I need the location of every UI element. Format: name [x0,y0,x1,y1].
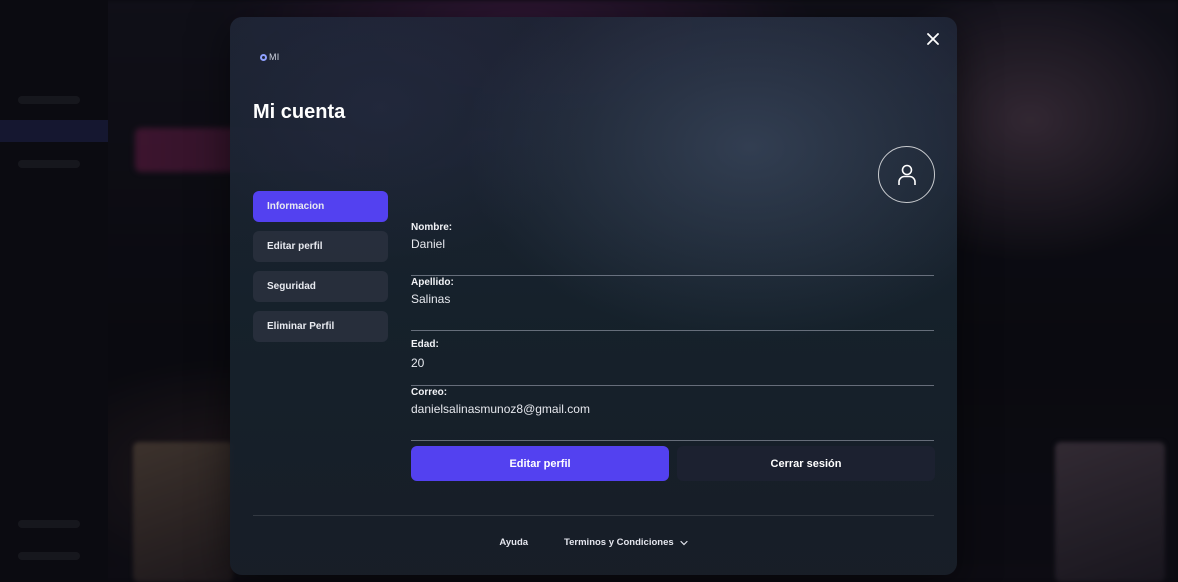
field-label: Correo: [411,387,448,398]
terms-link-label: Terminos y Condiciones [564,537,674,548]
field-value: 20 [411,356,425,370]
side-menu: Informacion Editar perfil Seguridad Elim… [253,191,388,351]
user-icon [897,164,916,185]
chevron-down-icon [680,540,688,545]
account-modal: MI Mi cuenta Informacion Editar perfil S… [230,17,957,575]
footer-divider [253,515,934,516]
terms-link[interactable]: Terminos y Condiciones [564,537,688,548]
close-button[interactable] [923,29,943,49]
field-apellido: Apellido: Salinas [411,276,934,331]
menu-item-eliminar-perfil[interactable]: Eliminar Perfil [253,311,388,342]
edit-profile-button[interactable]: Editar perfil [411,446,669,481]
close-icon [927,33,939,45]
avatar[interactable] [878,146,935,203]
field-label: Apellido: [411,277,454,288]
menu-item-informacion[interactable]: Informacion [253,191,388,222]
field-label: Edad: [411,339,439,350]
field-edad: Edad: 20 [411,331,934,386]
field-correo: Correo: danielsalinasmunoz8@gmail.com [411,386,934,441]
logout-button[interactable]: Cerrar sesión [677,446,935,481]
field-value: Salinas [411,292,451,306]
menu-item-editar-perfil[interactable]: Editar perfil [253,231,388,262]
modal-footer: Ayuda Terminos y Condiciones [230,537,957,548]
brand-ring-icon [260,53,267,61]
menu-item-seguridad[interactable]: Seguridad [253,271,388,302]
field-nombre: Nombre: Daniel [411,221,934,276]
field-value: Daniel [411,237,446,251]
brand-label: MI [269,52,280,62]
help-link[interactable]: Ayuda [499,537,528,548]
profile-fields: Nombre: Daniel Apellido: Salinas Edad: 2… [411,221,934,441]
brand-logo: MI [260,52,279,62]
help-link-label: Ayuda [499,537,529,548]
modal-title: Mi cuenta [253,101,346,123]
field-value: danielsalinasmunoz8@gmail.com [411,402,590,416]
modal-actions: Editar perfil Cerrar sesión [411,446,935,481]
field-label: Nombre: [411,222,453,233]
